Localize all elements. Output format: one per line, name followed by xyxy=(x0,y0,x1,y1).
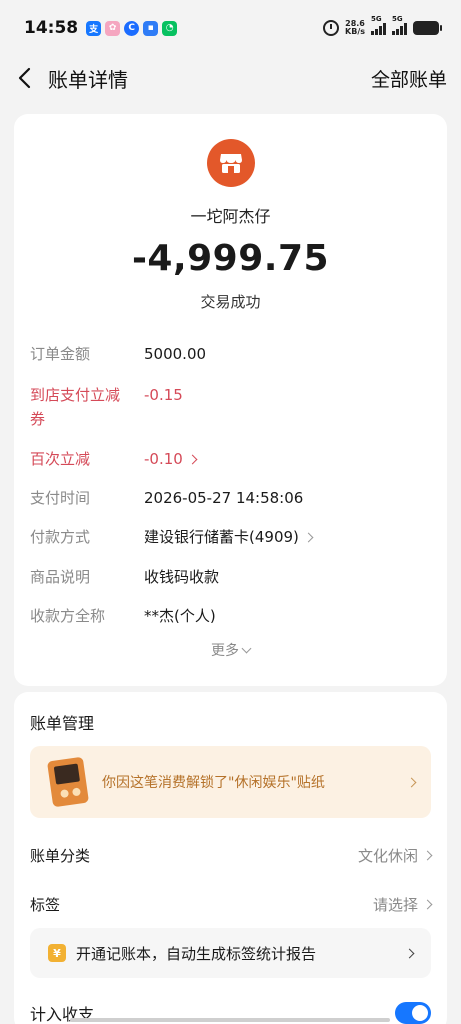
alipay-icon: 支 xyxy=(86,20,102,36)
nav-bar: 账单详情 全部账单 xyxy=(0,56,461,100)
section-title: 账单管理 xyxy=(30,714,95,733)
ledger-promo-banner[interactable]: ¥ 开通记账本，自动生成标签统计报告 xyxy=(30,928,431,978)
row-label: 订单金额 xyxy=(30,345,91,363)
more-button[interactable]: 更多 xyxy=(14,640,447,660)
chevron-right-icon xyxy=(422,850,433,860)
chevron-right-icon xyxy=(404,948,415,958)
merchant-name: 一坨阿杰仔 xyxy=(190,207,271,226)
row-label: 收款方全称 xyxy=(30,607,106,625)
status-bar: 14:58 支 ✿ C ▪ ◔ 28.6 KB/s 5G 5G xyxy=(0,0,461,56)
row-value: 收钱码收款 xyxy=(144,568,220,586)
row-value: -0.10 xyxy=(144,450,183,468)
row-value-wrap: 文化休闲 xyxy=(357,845,433,866)
chevron-right-icon xyxy=(187,454,198,464)
chevron-down-icon xyxy=(241,643,252,653)
status-indicators: 28.6 KB/s 5G 5G xyxy=(323,15,442,36)
net-speed-unit: KB/s xyxy=(345,27,365,36)
row-label: 付款方式 xyxy=(30,528,91,546)
row-value-wrap: 建设银行储蓄卡(4909) xyxy=(144,525,314,549)
signal-tag: 5G xyxy=(371,15,382,23)
home-indicator[interactable] xyxy=(70,1018,390,1022)
tag-row[interactable]: 标签 请选择 xyxy=(30,889,433,919)
row-value: 请选择 xyxy=(372,895,418,914)
page-title: 账单详情 xyxy=(48,67,128,92)
battery-icon xyxy=(413,21,442,35)
row-value-wrap: -0.10 xyxy=(144,447,198,471)
signal-5g-icon-2: 5G xyxy=(392,15,407,35)
signal-5g-icon: 5G xyxy=(371,15,386,35)
status-app-icons: 支 ✿ C ▪ ◔ xyxy=(86,20,178,36)
bill-manage-card: 账单管理 你因这笔消费解锁了"休闲娱乐"贴纸 账单分类 文化休闲 标签 请选择 … xyxy=(14,692,447,1024)
chevron-right-icon xyxy=(422,899,433,909)
alarm-icon xyxy=(323,20,340,36)
row-label: 账单分类 xyxy=(30,846,91,865)
transaction-amount: -4,999.75 xyxy=(131,238,330,279)
bill-detail-card: 一坨阿杰仔 -4,999.75 交易成功 订单金额 5000.00 到店支付立减… xyxy=(14,114,447,686)
row-value: -0.15 xyxy=(144,386,183,404)
row-label: 标签 xyxy=(30,895,61,914)
row-value: 5000.00 xyxy=(144,345,207,363)
sticker-unlock-banner[interactable]: 你因这笔消费解锁了"休闲娱乐"贴纸 xyxy=(30,746,431,818)
chat-app-icon: ▪ xyxy=(143,20,159,36)
transaction-status: 交易成功 xyxy=(200,293,261,311)
row-value: 文化休闲 xyxy=(357,846,418,865)
category-row[interactable]: 账单分类 文化休闲 xyxy=(30,840,433,870)
row-label: 支付时间 xyxy=(30,489,91,507)
status-time: 14:58 xyxy=(24,18,79,38)
all-bills-button[interactable]: 全部账单 xyxy=(371,65,447,92)
game-console-sticker-icon xyxy=(46,756,90,808)
yen-icon: ¥ xyxy=(48,944,66,962)
signal-tag-2: 5G xyxy=(392,15,403,23)
row-value-wrap: 请选择 xyxy=(372,894,433,915)
pink-app-icon: ✿ xyxy=(105,20,121,36)
row-label: 商品说明 xyxy=(30,568,91,586)
count-in-balance-toggle[interactable] xyxy=(395,1002,431,1024)
back-icon[interactable] xyxy=(12,66,36,90)
c-app-icon: C xyxy=(124,20,140,36)
ledger-text: 开通记账本，自动生成标签统计报告 xyxy=(76,944,317,963)
merchant-shop-icon xyxy=(207,139,255,187)
row-value: 2026-05-27 14:58:06 xyxy=(144,489,304,507)
row-label-line1: 到店支付立减 xyxy=(30,386,121,404)
row-label: 到店支付立减 券 xyxy=(30,383,140,431)
row-value: **杰(个人) xyxy=(144,607,216,625)
more-label: 更多 xyxy=(211,643,239,659)
row-value: 建设银行储蓄卡(4909) xyxy=(144,528,299,546)
net-speed: 28.6 KB/s xyxy=(345,20,365,36)
chevron-right-icon xyxy=(406,777,417,787)
wechat-icon: ◔ xyxy=(162,20,178,36)
row-label: 百次立减 xyxy=(30,450,91,468)
sticker-text: 你因这笔消费解锁了"休闲娱乐"贴纸 xyxy=(102,775,325,791)
row-label-line2: 券 xyxy=(30,410,46,428)
chevron-right-icon xyxy=(303,532,314,542)
